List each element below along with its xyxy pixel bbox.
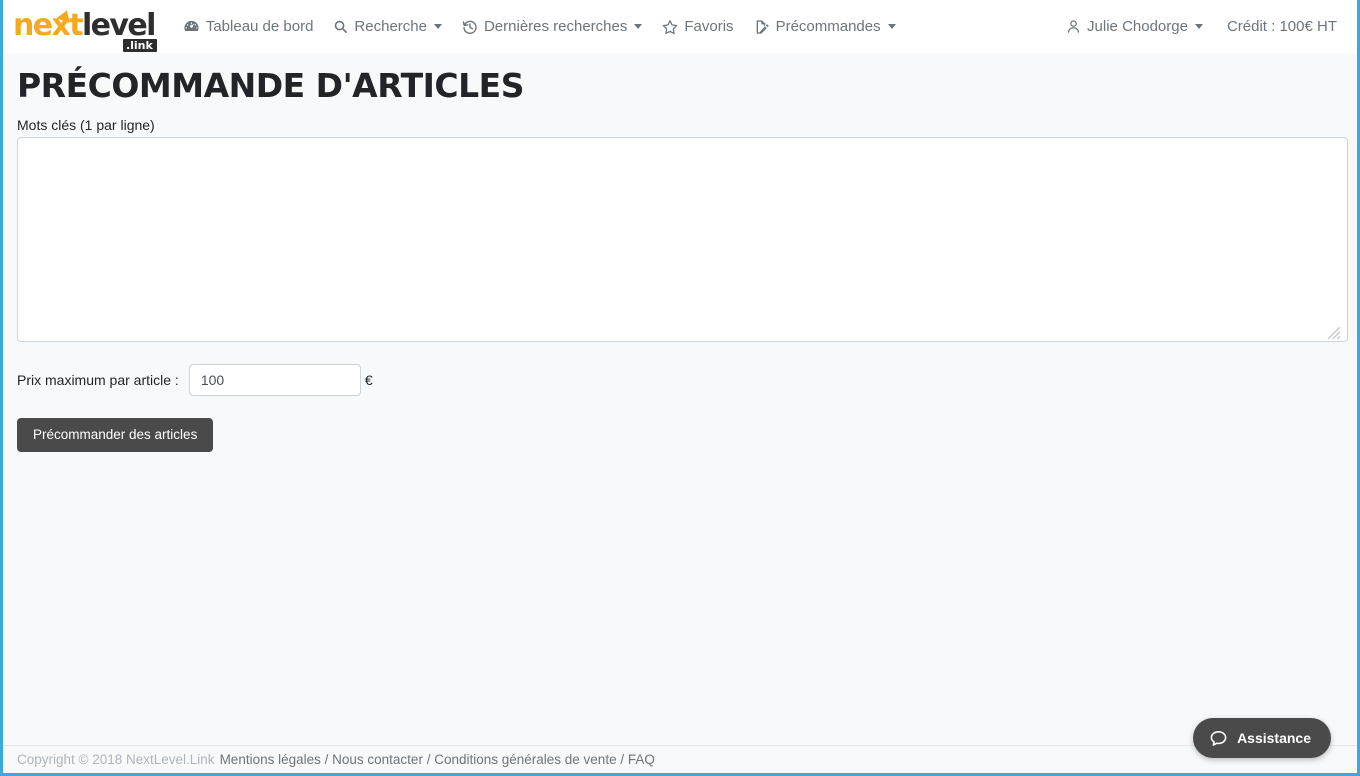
navbar-right-section: Julie Chodorge Crédit : 100€ HT <box>1056 12 1345 41</box>
chat-bubble-icon <box>1209 729 1228 748</box>
page-footer: Copyright © 2018 NextLevel.Link Mentions… <box>3 745 1357 773</box>
footer-link-mentions-legales[interactable]: Mentions légales <box>220 752 321 767</box>
max-price-label: Prix maximum par article : <box>17 371 179 388</box>
user-name-label: Julie Chodorge <box>1087 18 1188 35</box>
main-nav-list: Tableau de bord Recherche Dernières rech… <box>173 12 906 41</box>
keywords-label: Mots clés (1 par ligne) <box>17 116 155 133</box>
currency-symbol: € <box>364 371 373 388</box>
user-icon <box>1066 19 1081 34</box>
max-price-row: Prix maximum par article : € <box>17 363 1343 396</box>
max-price-input[interactable] <box>188 363 361 396</box>
page-title: PRÉCOMMANDE D'ARTICLES <box>17 66 524 105</box>
history-icon <box>462 19 478 35</box>
brand-logo-badge: .link <box>122 38 157 52</box>
nav-item-favoris[interactable]: Favoris <box>652 12 743 41</box>
brand-logo[interactable]: nextlevel .link <box>13 7 157 52</box>
preorder-submit-button[interactable]: Précommander des articles <box>17 417 214 453</box>
nav-item-recherche[interactable]: Recherche <box>323 12 452 41</box>
search-icon <box>333 19 348 34</box>
chevron-down-icon <box>887 24 896 29</box>
footer-separator: / <box>422 752 435 767</box>
footer-separator: / <box>320 752 333 767</box>
nav-item-dernieres-recherches[interactable]: Dernières recherches <box>452 12 652 41</box>
browser-window: nextlevel .link Tableau de bord Recherch… <box>0 0 1360 776</box>
keywords-field-wrapper <box>17 136 1348 342</box>
nav-item-label: Dernières recherches <box>483 18 628 35</box>
footer-separator: / <box>616 752 628 767</box>
assistance-button[interactable]: Assistance <box>1193 718 1331 758</box>
top-navbar: nextlevel .link Tableau de bord Recherch… <box>3 0 1357 53</box>
nav-item-label: Précommandes <box>775 18 881 35</box>
nav-item-tableau-de-bord[interactable]: Tableau de bord <box>173 12 324 41</box>
assistance-label: Assistance <box>1237 730 1311 746</box>
nav-item-label: Tableau de bord <box>205 18 314 35</box>
nav-item-user-menu[interactable]: Julie Chodorge <box>1056 12 1213 41</box>
footer-links: Mentions légales / Nous contacter / Cond… <box>220 752 655 767</box>
nav-item-precommandes[interactable]: Précommandes <box>744 12 906 41</box>
tachometer-icon <box>183 18 200 35</box>
brand-logo-level: level <box>82 7 156 43</box>
credit-balance: Crédit : 100€ HT <box>1226 18 1337 35</box>
main-content: PRÉCOMMANDE D'ARTICLES Mots clés (1 par … <box>3 53 1357 748</box>
footer-link-cgv[interactable]: Conditions générales de vente <box>434 752 616 767</box>
footer-link-nous-contacter[interactable]: Nous contacter <box>332 752 423 767</box>
file-signature-icon <box>754 19 770 35</box>
keywords-input[interactable] <box>17 136 1348 342</box>
chevron-down-icon <box>1194 24 1203 29</box>
footer-copyright: Copyright © 2018 NextLevel.Link <box>17 752 215 767</box>
nav-item-label: Favoris <box>684 18 734 35</box>
chevron-down-icon <box>433 24 442 29</box>
brand-logo-text: nextlevel .link <box>13 7 157 52</box>
chevron-down-icon <box>634 24 643 29</box>
star-icon <box>662 19 678 35</box>
nav-item-label: Recherche <box>354 18 427 35</box>
footer-link-faq[interactable]: FAQ <box>628 752 655 767</box>
